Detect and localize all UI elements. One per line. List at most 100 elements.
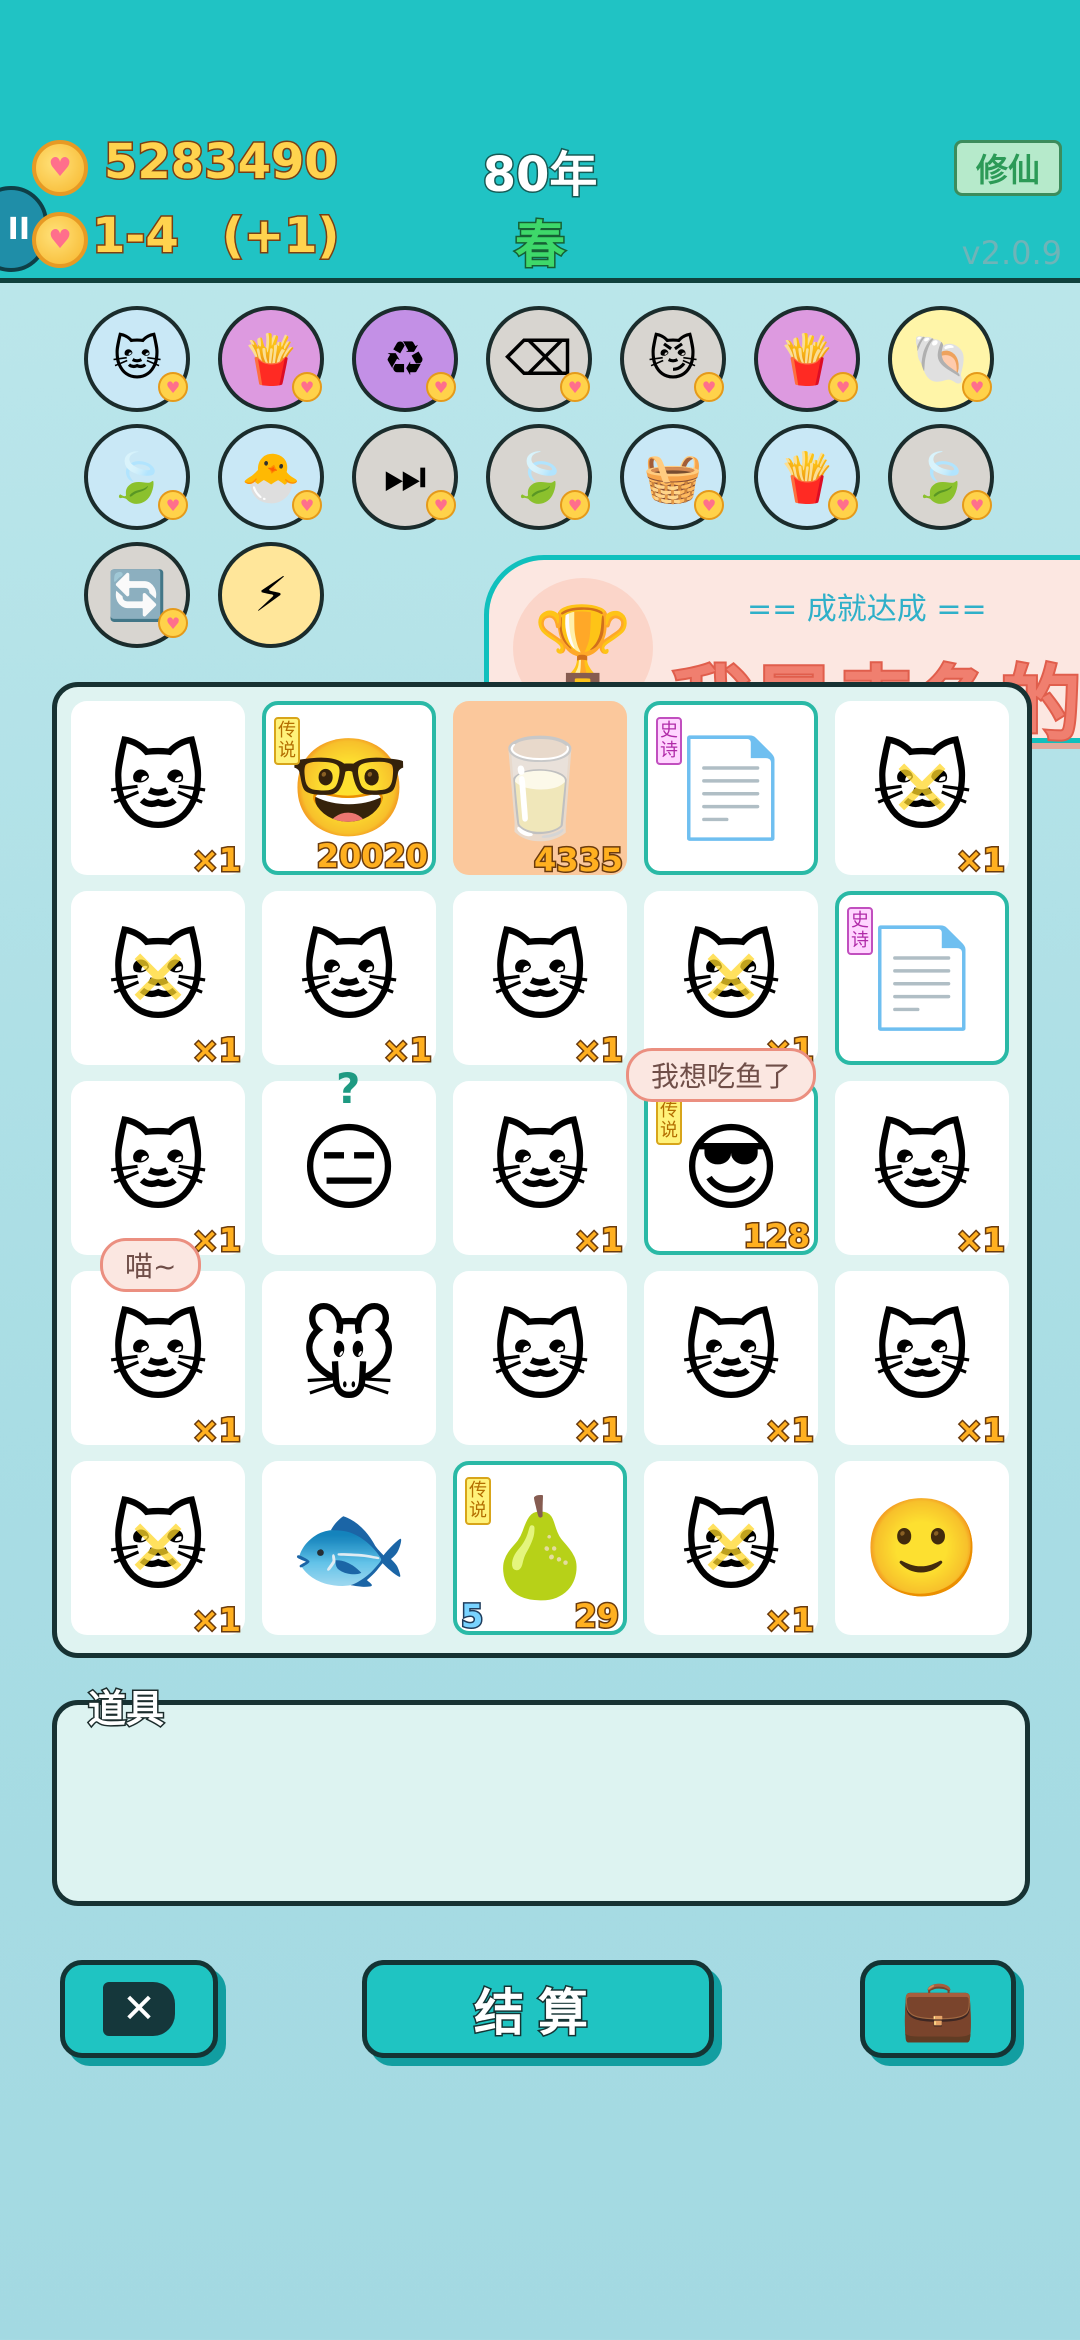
heart-badge-icon: ♥ — [426, 490, 456, 520]
rarity-tag: 史诗 — [847, 907, 873, 955]
settle-button[interactable]: 结算 — [362, 1960, 714, 2058]
pear-king-icon: 🍐 — [480, 1491, 600, 1604]
skill-skip[interactable]: ⏭ ♥ — [352, 424, 458, 530]
speech-bubble-fish: 我想吃鱼了 — [626, 1048, 817, 1102]
cat-icon: 🐱 — [107, 1112, 209, 1224]
cat-icon: 🐱 — [107, 1302, 209, 1414]
item-count: 4335 — [532, 840, 624, 881]
board-cell[interactable]: 🐟 — [262, 1461, 436, 1635]
heart-badge-icon: ♥ — [962, 490, 992, 520]
fish-icon: 🐟 — [289, 1491, 409, 1604]
board-cell[interactable]: 🐭 — [262, 1271, 436, 1445]
skill-fruit-basket[interactable]: 🧺 ♥ — [620, 424, 726, 530]
cat-icon: 🐱 — [107, 732, 209, 844]
board-cell[interactable]: 📄 史诗 — [644, 701, 818, 875]
confused-mark: ? — [336, 1064, 361, 1113]
board-cell[interactable]: 🐱✕×1 — [835, 701, 1009, 881]
item-count: 128 — [742, 1216, 812, 1257]
heart-badge-icon: ♥ — [292, 372, 322, 402]
board-cell[interactable]: 🐱 ×1 — [71, 1081, 245, 1261]
skill-fries[interactable]: 🍟 ♥ — [754, 424, 860, 530]
board-cell[interactable]: 🐱 ×1 — [644, 1271, 818, 1451]
cultivation-mode-button[interactable]: 修仙 — [954, 140, 1062, 196]
cat-icon: 🐱 — [871, 1302, 973, 1414]
board-cell[interactable]: 🥛 4335 — [453, 701, 627, 881]
refresh-icon: 🔄 — [107, 567, 167, 624]
board-cell[interactable]: 😎 传说 128 — [644, 1081, 818, 1257]
skill-refresh[interactable]: 🔄 ♥ — [84, 542, 190, 648]
item-count: ×1 — [954, 1410, 1006, 1451]
heart-badge-icon: ♥ — [158, 372, 188, 402]
skill-lightning[interactable]: ⚡ — [218, 542, 324, 648]
item-count: ×1 — [954, 1220, 1006, 1261]
cat-icon: 🐱 — [298, 922, 400, 1034]
delete-icon: ✕ — [103, 1982, 175, 2036]
board-cell[interactable]: 🐱 ×1 — [71, 1271, 245, 1451]
discard-button[interactable]: ✕ — [60, 1960, 218, 2058]
speech-bubble-meow: 喵~ — [100, 1238, 202, 1292]
cat-icon: 🐱 — [111, 331, 163, 387]
skill-leaf[interactable]: 🍃 ♥ — [486, 424, 592, 530]
shell-icon: 🐚 — [911, 331, 971, 388]
item-count: ×1 — [572, 1410, 624, 1451]
skill-shell[interactable]: 🐚 ♥ — [888, 306, 994, 412]
item-count: ×1 — [572, 1220, 624, 1261]
board-cell[interactable]: 🍐 传说 29 5 — [453, 1461, 627, 1637]
skill-leaf[interactable]: 🍃 ♥ — [84, 424, 190, 530]
props-panel — [52, 1700, 1030, 1906]
board-cell[interactable]: 🤓 传说 20020 — [262, 701, 436, 877]
board-cell[interactable]: 🐱 ×1 — [453, 1081, 627, 1261]
board-cell[interactable]: 🐱✕×1 — [644, 891, 818, 1071]
game-board: 🐱×1🤓传说20020🥛4335📄史诗🐱✕×1🐱✕×1🐱×1🐱×1🐱✕×1📄史诗… — [52, 682, 1032, 1658]
heart-badge-icon: ♥ — [560, 490, 590, 520]
skill-cat[interactable]: 🐱 ♥ — [84, 306, 190, 412]
item-count: ×1 — [763, 1410, 815, 1451]
skill-leaf[interactable]: 🍃 ♥ — [888, 424, 994, 530]
achievement-subtitle: == 成就达成 == — [747, 592, 987, 627]
heart-badge-icon: ♥ — [828, 490, 858, 520]
cross-mark-icon: ✕ — [888, 741, 956, 835]
skill-fries[interactable]: 🍟 ♥ — [754, 306, 860, 412]
board-cell[interactable]: 🐱 ×1 — [71, 701, 245, 881]
skill-fries[interactable]: 🍟 ♥ — [218, 306, 324, 412]
inventory-button[interactable]: 💼 — [860, 1960, 1016, 2058]
board-cell[interactable]: 🐱✕×1 — [71, 1461, 245, 1641]
board-cell[interactable]: 📄 史诗 — [835, 891, 1009, 1065]
board-cell[interactable]: 🐱 ×1 — [262, 891, 436, 1071]
cross-mark-icon: ✕ — [697, 1501, 765, 1595]
item-count: ×1 — [190, 840, 242, 881]
board-cell[interactable]: 🐱✕×1 — [644, 1461, 818, 1641]
board-cell[interactable]: 🐱 ×1 — [453, 1271, 627, 1451]
heart-badge-icon: ♥ — [560, 372, 590, 402]
board-cell[interactable]: 🐱 ×1 — [835, 1271, 1009, 1451]
skill-delete[interactable]: ⌫ ♥ — [486, 306, 592, 412]
leaf-icon: 🍃 — [509, 449, 569, 506]
top-bar: ♥ 5283490 II ♥ 1-4 (+1) 80年 春 修仙 v2.0.9 — [0, 0, 1080, 283]
chick-icon: 🐣 — [241, 449, 301, 506]
skill-recycle[interactable]: ♻ ♥ — [352, 306, 458, 412]
board-cell[interactable]: 🐱 ×1 — [453, 891, 627, 1071]
fries-icon: 🍟 — [241, 331, 301, 388]
skill-chick[interactable]: 🐣 ♥ — [218, 424, 324, 530]
rarity-tag: 传说 — [656, 1097, 682, 1145]
settle-button-label: 结算 — [473, 1983, 602, 2044]
item-count: ×1 — [190, 1030, 242, 1071]
board-cell[interactable]: 🐱 ×1 — [835, 1081, 1009, 1261]
item-count: 20020 — [315, 836, 429, 877]
skill-twin-cats[interactable]: 😼 ♥ — [620, 306, 726, 412]
recycle-icon: ♻ — [383, 331, 427, 387]
copy-paste-icon: 📄 — [671, 731, 791, 844]
rarity-tag: 史诗 — [656, 717, 682, 765]
item-level: 5 — [459, 1596, 484, 1637]
props-label: 道具 — [86, 1686, 165, 1733]
board-cell[interactable]: 🐱✕×1 — [71, 891, 245, 1071]
cat-icon: 🐱 — [489, 922, 591, 1034]
board-cell[interactable]: 🙂 — [835, 1461, 1009, 1635]
item-count: ×1 — [190, 1410, 242, 1451]
heart-badge-icon: ♥ — [292, 490, 322, 520]
copy-paste-icon: 📄 — [862, 921, 982, 1034]
heart-badge-icon: ♥ — [962, 372, 992, 402]
item-count: 29 — [573, 1596, 621, 1637]
item-count: ×1 — [190, 1220, 242, 1261]
mouse-icon: 🐭 — [298, 1302, 400, 1414]
